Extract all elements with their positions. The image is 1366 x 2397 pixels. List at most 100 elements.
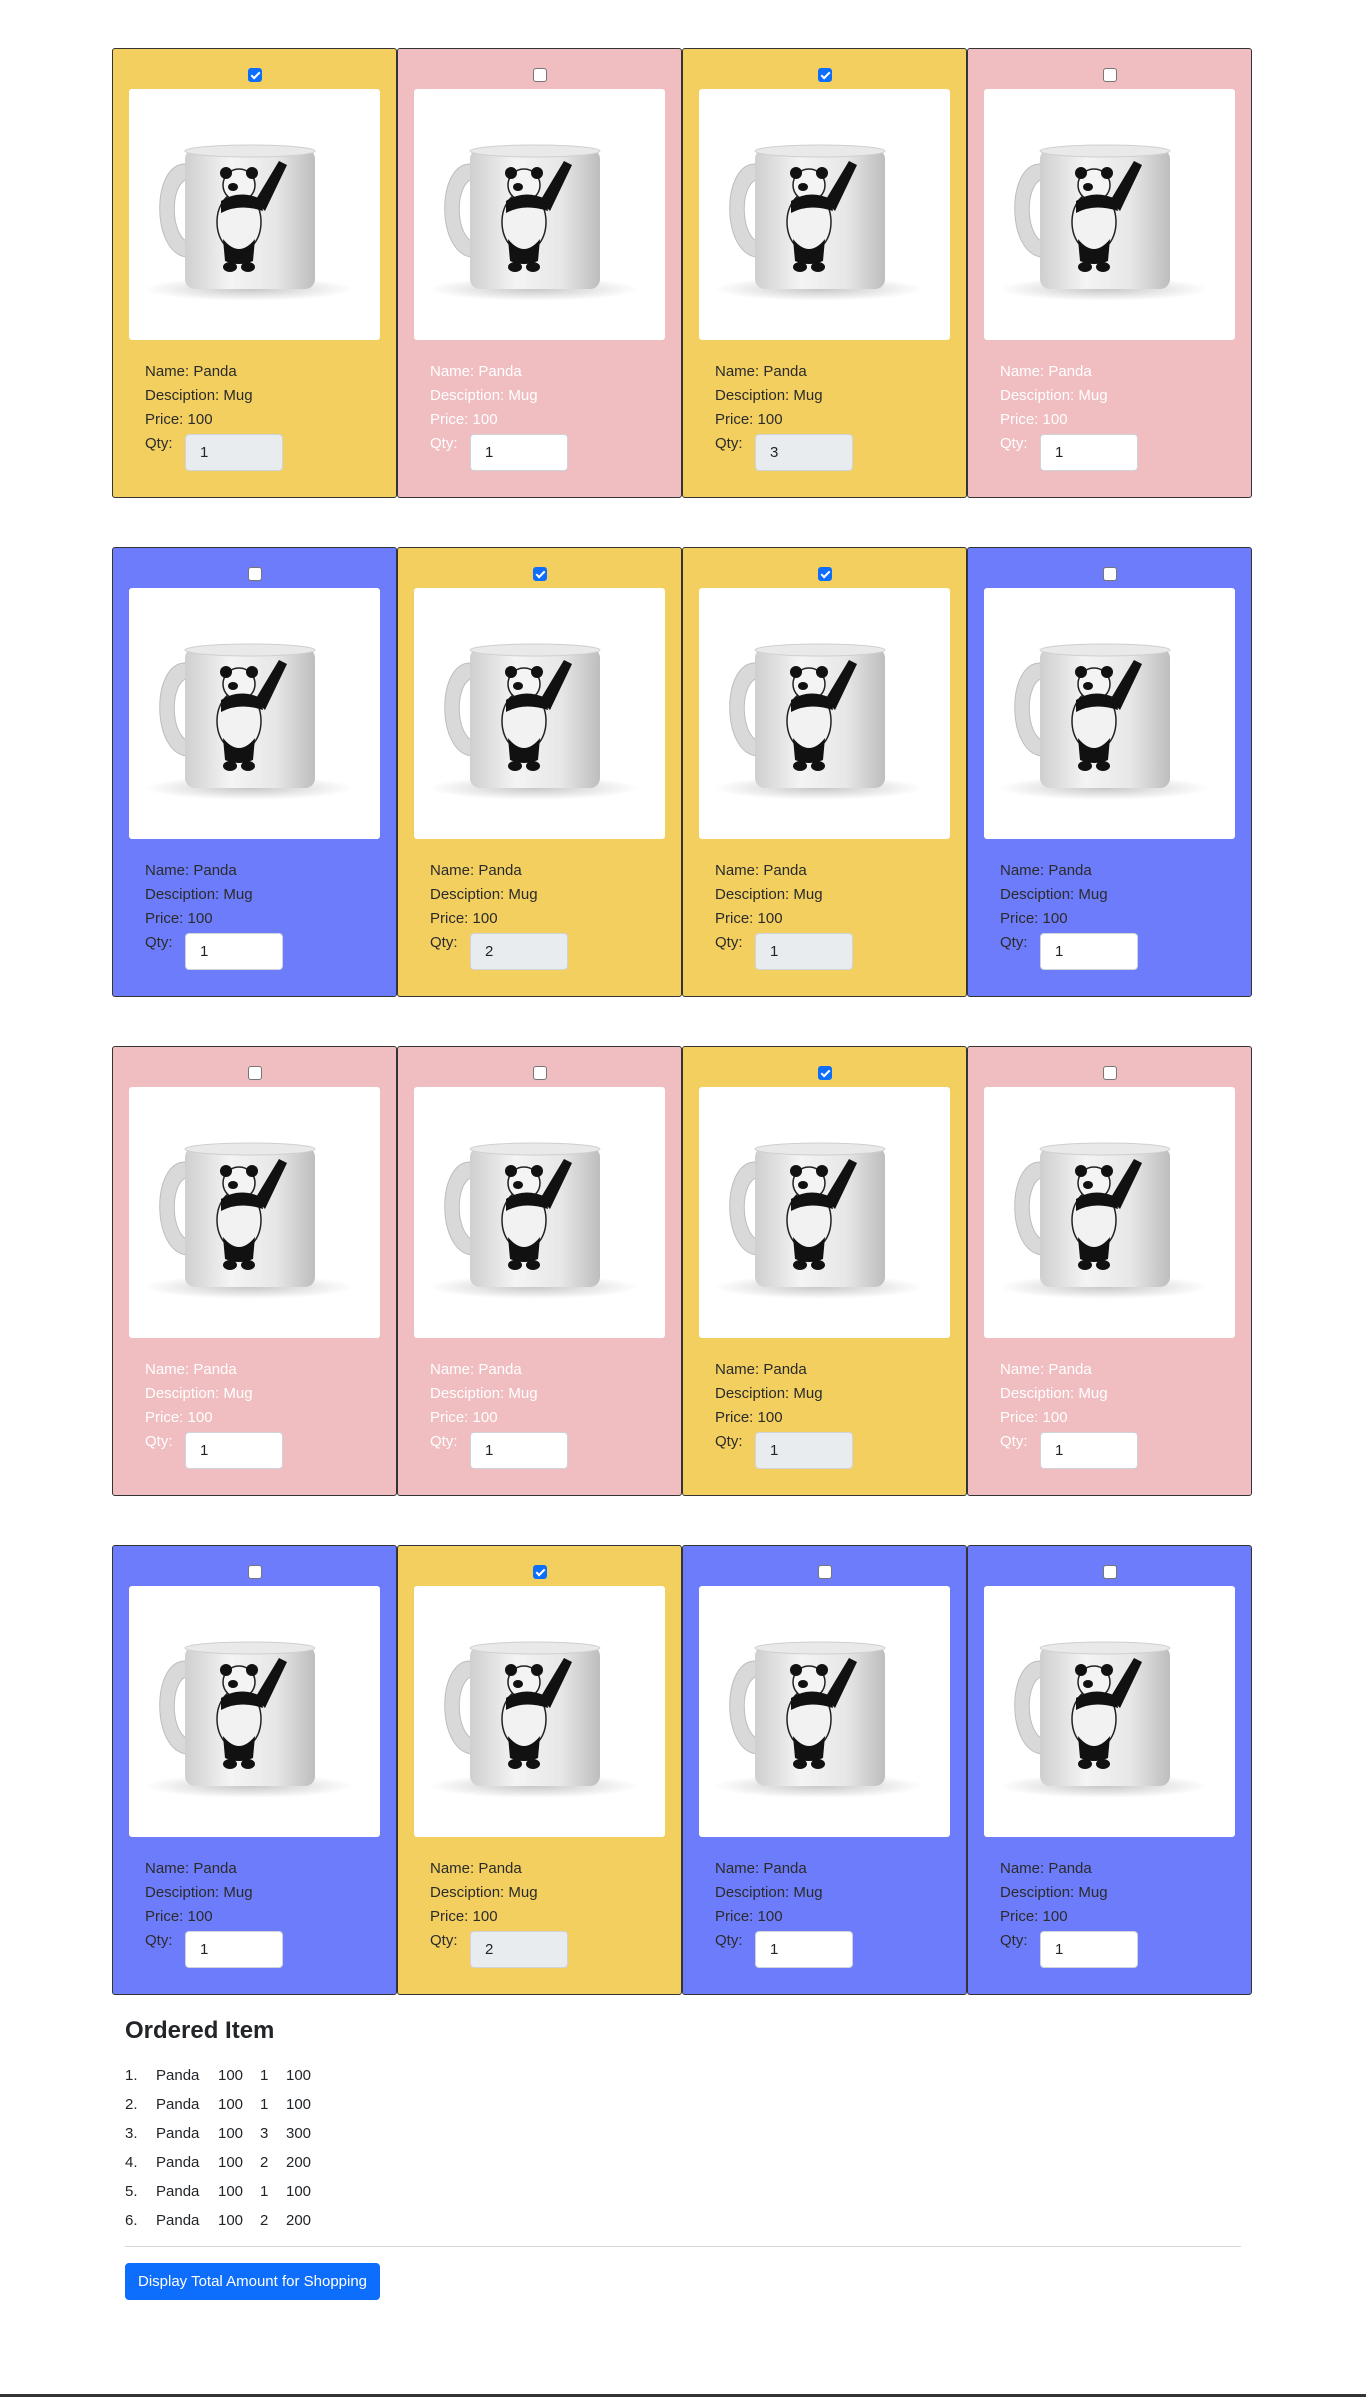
qty-input[interactable]	[755, 1931, 853, 1968]
select-checkbox[interactable]	[247, 1066, 262, 1080]
product-card: Name: Panda Desciption: Mug Price: 100 Q…	[112, 547, 397, 997]
product-card: Name: Panda Desciption: Mug Price: 100 Q…	[112, 1545, 397, 1995]
ordered-item-price: 100	[218, 2154, 244, 2171]
panda-mug-image	[984, 1586, 1235, 1837]
ordered-item-total: 100	[286, 2067, 312, 2084]
ordered-item-total: 100	[286, 2096, 312, 2113]
product-card: Name: Panda Desciption: Mug Price: 100 Q…	[682, 1545, 967, 1995]
product-price: Price: 100	[715, 1409, 783, 1426]
select-checkbox[interactable]	[532, 1066, 547, 1080]
panda-mug-image	[984, 89, 1235, 340]
product-price: Price: 100	[1000, 910, 1068, 927]
product-price: Price: 100	[715, 1908, 783, 1925]
qty-input[interactable]	[1040, 1931, 1138, 1968]
select-checkbox[interactable]	[1102, 567, 1117, 581]
qty-input[interactable]	[1040, 1432, 1138, 1469]
qty-input[interactable]	[1040, 434, 1138, 471]
select-checkbox[interactable]	[817, 567, 832, 581]
product-card: Name: Panda Desciption: Mug Price: 100 Q…	[967, 1545, 1252, 1995]
qty-input[interactable]	[185, 933, 283, 970]
ordered-item-name: Panda	[156, 2183, 200, 2200]
qty-label: Qty:	[715, 1932, 743, 1949]
qty-input[interactable]	[185, 1432, 283, 1469]
select-checkbox[interactable]	[1102, 1565, 1117, 1579]
product-description: Desciption: Mug	[1000, 886, 1108, 903]
select-checkbox[interactable]	[817, 68, 832, 82]
product-name: Name: Panda	[715, 862, 807, 879]
product-info: Name: Panda Desciption: Mug Price: 100 Q…	[1000, 1857, 1138, 1968]
divider	[125, 2246, 1241, 2247]
product-info: Name: Panda Desciption: Mug Price: 100 Q…	[145, 360, 283, 471]
qty-label: Qty:	[715, 1433, 743, 1450]
select-checkbox[interactable]	[817, 1066, 832, 1080]
product-description: Desciption: Mug	[715, 387, 823, 404]
ordered-item: 3. Panda 100 3 300	[125, 2119, 326, 2148]
ordered-items-list: 1. Panda 100 1 100 2. Panda 100 1 100 3.…	[125, 2061, 326, 2235]
ordered-item: 1. Panda 100 1 100	[125, 2061, 326, 2090]
product-grid: Name: Panda Desciption: Mug Price: 100 Q…	[112, 48, 1252, 1995]
select-checkbox[interactable]	[532, 68, 547, 82]
qty-input	[470, 1931, 568, 1968]
product-card: Name: Panda Desciption: Mug Price: 100 Q…	[682, 48, 967, 498]
panda-mug-image	[414, 89, 665, 340]
ordered-item-qty: 3	[260, 2125, 269, 2142]
select-checkbox[interactable]	[247, 1565, 262, 1579]
product-price: Price: 100	[1000, 411, 1068, 428]
qty-label: Qty:	[430, 934, 458, 951]
display-total-button[interactable]: Display Total Amount for Shopping	[125, 2263, 381, 2300]
product-name: Name: Panda	[145, 1361, 237, 1378]
ordered-item-qty: 2	[260, 2154, 269, 2171]
select-checkbox[interactable]	[1102, 1066, 1117, 1080]
panda-mug-image	[414, 1087, 665, 1338]
product-card: Name: Panda Desciption: Mug Price: 100 Q…	[967, 48, 1252, 498]
product-name: Name: Panda	[430, 363, 522, 380]
select-checkbox[interactable]	[247, 567, 262, 581]
product-info: Name: Panda Desciption: Mug Price: 100 Q…	[1000, 859, 1138, 970]
qty-label: Qty:	[1000, 934, 1028, 951]
ordered-item-total: 100	[286, 2183, 312, 2200]
product-description: Desciption: Mug	[145, 1884, 253, 1901]
panda-mug-image	[414, 1586, 665, 1837]
ordered-item-price: 100	[218, 2212, 244, 2229]
product-info: Name: Panda Desciption: Mug Price: 100 Q…	[145, 859, 283, 970]
qty-input	[755, 1432, 853, 1469]
qty-label: Qty:	[430, 1932, 458, 1949]
panda-mug-image	[129, 1087, 380, 1338]
qty-input[interactable]	[185, 1931, 283, 1968]
select-checkbox[interactable]	[532, 567, 547, 581]
ordered-item-price: 100	[218, 2125, 244, 2142]
product-info: Name: Panda Desciption: Mug Price: 100 Q…	[715, 360, 853, 471]
ordered-item-number: 5.	[125, 2183, 138, 2200]
ordered-item: 2. Panda 100 1 100	[125, 2090, 326, 2119]
panda-mug-image	[129, 588, 380, 839]
ordered-item: 5. Panda 100 1 100	[125, 2177, 326, 2206]
select-checkbox[interactable]	[532, 1565, 547, 1579]
panda-mug-image	[699, 588, 950, 839]
qty-input[interactable]	[470, 434, 568, 471]
ordered-items-title: Ordered Item	[125, 2017, 275, 2044]
qty-label: Qty:	[145, 1932, 173, 1949]
qty-input	[755, 434, 853, 471]
product-card: Name: Panda Desciption: Mug Price: 100 Q…	[967, 1046, 1252, 1496]
product-description: Desciption: Mug	[145, 1385, 253, 1402]
product-description: Desciption: Mug	[145, 886, 253, 903]
ordered-item-qty: 1	[260, 2183, 269, 2200]
ordered-item-total: 200	[286, 2154, 312, 2171]
product-name: Name: Panda	[1000, 1860, 1092, 1877]
product-price: Price: 100	[145, 1908, 213, 1925]
panda-mug-image	[129, 89, 380, 340]
select-checkbox[interactable]	[1102, 68, 1117, 82]
ordered-item: 4. Panda 100 2 200	[125, 2148, 326, 2177]
qty-input[interactable]	[1040, 933, 1138, 970]
qty-input[interactable]	[470, 1432, 568, 1469]
select-checkbox[interactable]	[247, 68, 262, 82]
ordered-item-qty: 1	[260, 2067, 269, 2084]
product-name: Name: Panda	[715, 363, 807, 380]
ordered-item-name: Panda	[156, 2212, 200, 2229]
product-description: Desciption: Mug	[715, 886, 823, 903]
product-card: Name: Panda Desciption: Mug Price: 100 Q…	[397, 48, 682, 498]
select-checkbox[interactable]	[817, 1565, 832, 1579]
product-info: Name: Panda Desciption: Mug Price: 100 Q…	[430, 360, 568, 471]
ordered-item-number: 2.	[125, 2096, 138, 2113]
product-name: Name: Panda	[145, 363, 237, 380]
